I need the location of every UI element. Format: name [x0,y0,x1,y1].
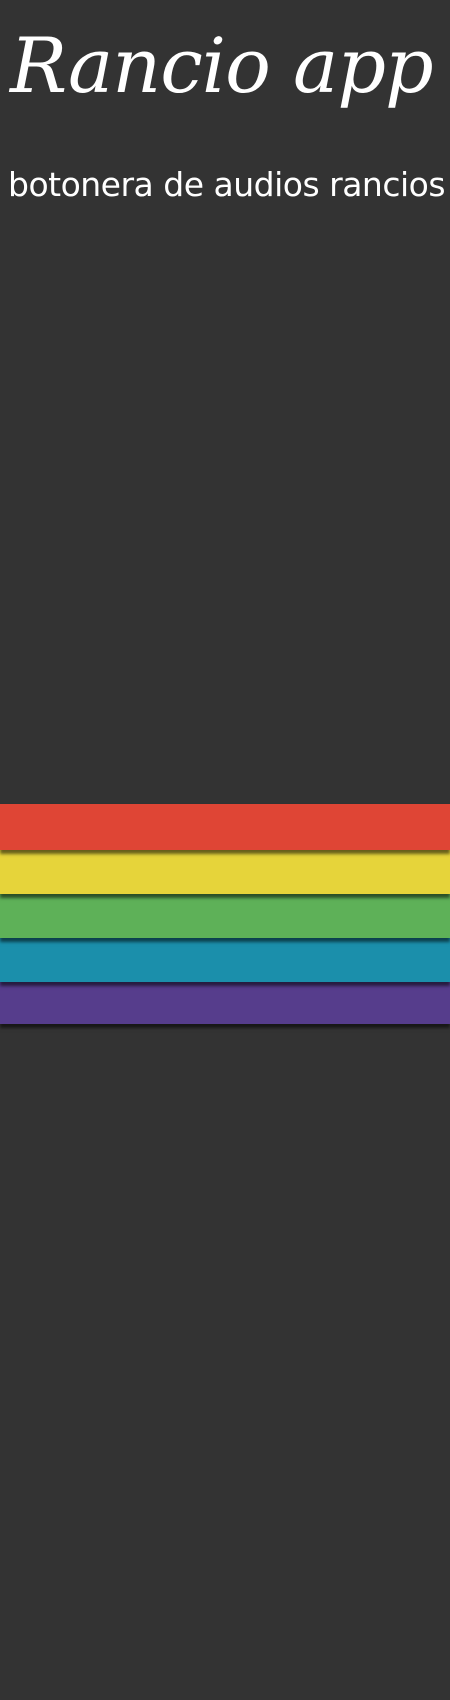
app-title: Rancio app [10,21,434,110]
app-subtitle: botonera de audios rancios [8,165,446,204]
rainbow-stripes [0,796,450,1036]
stripe-purple [0,980,450,1024]
stripe-yellow [0,848,450,894]
stripe-blue [0,936,450,982]
app-header: Rancio app botonera de audios rancios [0,0,450,230]
stripe-red [0,804,450,850]
stripe-green [0,892,450,938]
